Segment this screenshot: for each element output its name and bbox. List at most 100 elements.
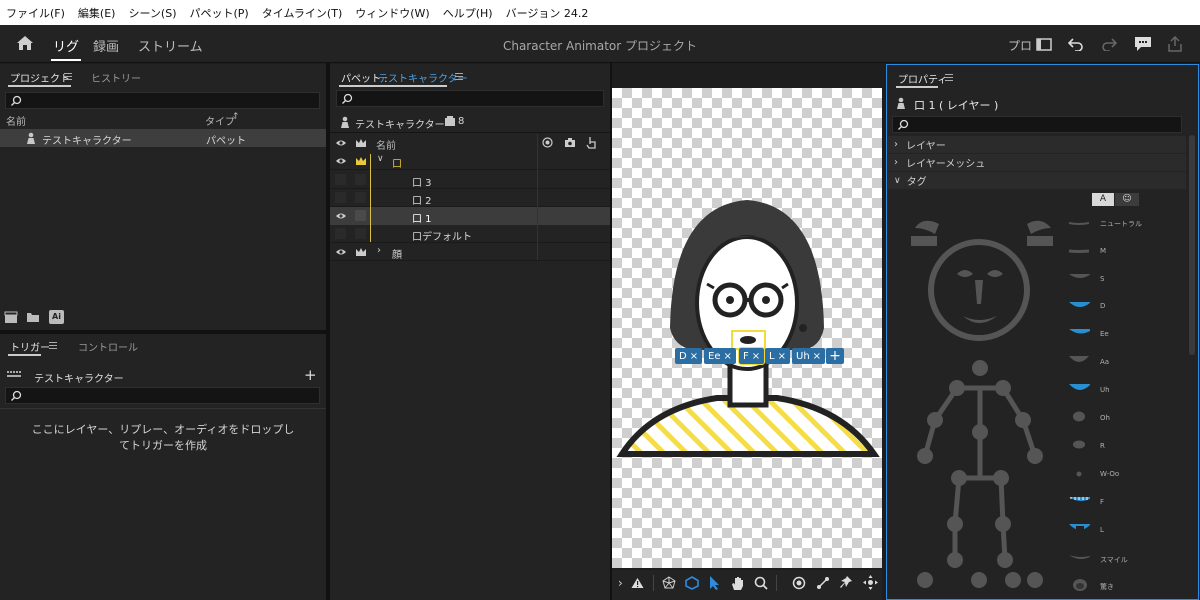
add-trigger-icon[interactable]: + — [304, 366, 317, 384]
tag-label[interactable]: R — [1100, 442, 1105, 450]
layer-row[interactable]: › 顔 — [330, 243, 610, 261]
menu-window[interactable]: ウィンドウ(W) — [355, 5, 429, 21]
col-name[interactable]: 名前 — [6, 113, 26, 128]
panel-splitter[interactable] — [610, 63, 612, 600]
mouth-r-icon[interactable] — [1072, 440, 1094, 449]
add-tag-button[interactable]: + — [826, 348, 844, 364]
menu-version[interactable]: バージョン 24.2 — [506, 5, 589, 21]
hexagon-tool-icon[interactable] — [685, 576, 699, 590]
close-icon[interactable]: × — [778, 351, 786, 362]
mouth-ee-icon[interactable] — [1068, 327, 1090, 338]
tag-label[interactable]: 驚き — [1100, 582, 1114, 592]
properties-search-input[interactable] — [892, 116, 1182, 133]
menu-file[interactable]: ファイル(F) — [6, 5, 65, 21]
independence-toggle[interactable] — [355, 228, 366, 239]
panel-menu-icon[interactable] — [945, 74, 953, 81]
tag-label[interactable]: S — [1100, 275, 1104, 283]
visual-tag-toggle[interactable]: ☺ — [1115, 193, 1139, 206]
crown-icon[interactable] — [355, 156, 367, 166]
zoom-icon[interactable] — [754, 576, 768, 590]
close-icon[interactable]: × — [813, 351, 821, 362]
close-icon[interactable]: × — [690, 351, 698, 362]
mouth-f-icon[interactable] — [1068, 495, 1090, 505]
mesh-tool-icon[interactable] — [662, 576, 676, 590]
redo-icon[interactable] — [1101, 37, 1117, 51]
panel-splitter[interactable] — [0, 330, 326, 334]
tag-label[interactable]: D — [1100, 302, 1105, 310]
crown-icon[interactable] — [355, 138, 367, 148]
section-layer-mesh[interactable]: › レイヤーメッシュ — [888, 154, 1186, 171]
project-item-row[interactable]: テストキャラクター パペット — [0, 129, 326, 147]
layer-col-name[interactable]: 名前 — [376, 137, 396, 152]
undo-icon[interactable] — [1068, 37, 1084, 51]
pin-tool-icon[interactable] — [839, 575, 853, 590]
tab-project[interactable]: プロジェクト — [10, 70, 70, 85]
select-arrow-icon[interactable] — [708, 575, 720, 591]
folder-icon[interactable] — [26, 311, 40, 323]
puppet-search-input[interactable] — [336, 90, 604, 107]
eye-icon[interactable] — [335, 212, 347, 220]
mouth-surprised-icon[interactable] — [1072, 578, 1094, 592]
chevron-right-icon[interactable]: › — [618, 576, 623, 590]
panel-splitter[interactable] — [326, 63, 330, 600]
tag-label[interactable]: ニュートラル — [1100, 219, 1142, 229]
independence-toggle[interactable] — [355, 192, 366, 203]
tab-trigger[interactable]: トリガー — [10, 339, 50, 354]
pro-label[interactable]: プロ — [1008, 37, 1032, 54]
col-type[interactable]: タイプ — [205, 113, 235, 128]
hand-tool-icon[interactable] — [730, 575, 745, 591]
tag-label[interactable]: Ee — [1100, 330, 1109, 338]
mouth-uh-icon[interactable] — [1068, 382, 1090, 395]
illustrator-button[interactable]: Ai — [49, 310, 64, 324]
tag-label[interactable]: Aa — [1100, 358, 1109, 366]
independence-toggle[interactable] — [355, 210, 366, 221]
panel-menu-icon[interactable] — [49, 342, 57, 349]
menu-timeline[interactable]: タイムライン(T) — [262, 5, 343, 21]
visibility-toggle[interactable] — [335, 192, 346, 203]
eye-icon[interactable] — [335, 248, 347, 256]
layer-row[interactable]: 口 2 — [330, 189, 610, 207]
tag-label[interactable]: F — [1100, 498, 1104, 506]
tab-stream[interactable]: ストリーム — [138, 36, 203, 55]
new-scene-icon[interactable] — [4, 311, 18, 324]
hand-pointer-icon[interactable] — [586, 136, 597, 149]
mouth-oh-icon[interactable] — [1072, 411, 1094, 422]
camera-icon[interactable] — [564, 137, 576, 148]
panel-menu-icon[interactable] — [64, 73, 72, 80]
text-tag-toggle[interactable]: A — [1092, 193, 1114, 206]
share-icon[interactable] — [1167, 36, 1183, 52]
menu-edit[interactable]: 編集(E) — [78, 5, 116, 21]
tag-chip[interactable]: Ee × — [704, 348, 736, 364]
record-target-icon[interactable] — [542, 137, 553, 148]
tag-chip[interactable]: L × — [765, 348, 790, 364]
tag-chip[interactable]: Uh × — [792, 348, 826, 364]
panel-menu-icon[interactable] — [455, 73, 463, 80]
menu-puppet[interactable]: パペット(P) — [189, 5, 248, 21]
scene-canvas[interactable] — [612, 88, 882, 568]
eye-icon[interactable] — [335, 139, 347, 147]
section-tags[interactable]: ∨ タグ — [888, 172, 1186, 189]
mouth-aa-icon[interactable] — [1068, 354, 1090, 367]
mouth-l-icon[interactable] — [1068, 522, 1090, 535]
layer-row-selected[interactable]: 口 1 — [330, 207, 610, 225]
mouth-s-icon[interactable] — [1068, 272, 1090, 282]
menu-scene[interactable]: シーン(S) — [128, 5, 176, 21]
tag-chip[interactable]: D × — [675, 348, 703, 364]
warning-icon[interactable] — [631, 577, 644, 589]
body-tag-diagram[interactable] — [895, 208, 1065, 598]
trigger-search-input[interactable] — [5, 387, 320, 404]
bone-tool-icon[interactable] — [816, 576, 830, 590]
menu-help[interactable]: ヘルプ(H) — [443, 5, 493, 21]
project-search-input[interactable] — [5, 92, 320, 109]
origin-tool-icon[interactable] — [792, 576, 806, 590]
home-icon[interactable] — [16, 35, 34, 51]
comment-icon[interactable] — [1134, 36, 1152, 52]
section-layer[interactable]: › レイヤー — [888, 136, 1186, 153]
mouth-w-oo-icon[interactable] — [1076, 471, 1098, 477]
tag-label[interactable]: スマイル — [1100, 555, 1128, 565]
tab-rig[interactable]: リグ — [50, 36, 82, 61]
eye-icon[interactable] — [335, 157, 347, 165]
visibility-toggle[interactable] — [335, 174, 346, 185]
scrollbar[interactable] — [1189, 135, 1195, 355]
tab-record[interactable]: 録画 — [93, 36, 119, 55]
